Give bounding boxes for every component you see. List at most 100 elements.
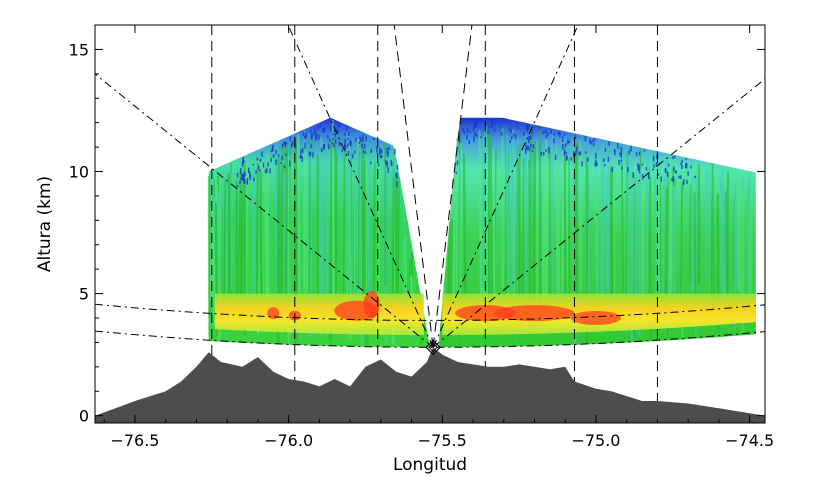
echo-top-pixel bbox=[476, 134, 478, 137]
echo-top-pixel bbox=[360, 138, 362, 142]
x-tick-label: −74.5 bbox=[725, 431, 774, 450]
echo-top-pixel bbox=[347, 143, 349, 147]
echo-top-pixel bbox=[376, 147, 378, 153]
echo-top-pixel bbox=[539, 126, 541, 129]
echo-streak bbox=[705, 168, 708, 280]
echo-top-pixel bbox=[351, 153, 354, 159]
echo-top-pixel bbox=[344, 144, 347, 150]
echo-top-pixel bbox=[310, 144, 313, 149]
echo-top-pixel bbox=[386, 151, 389, 158]
echo-top-pixel bbox=[592, 142, 595, 147]
echo-top-pixel bbox=[547, 132, 549, 136]
echo-top-pixel bbox=[545, 134, 548, 139]
echo-top-pixel bbox=[261, 151, 263, 157]
echo-streak bbox=[688, 184, 692, 283]
echo-top-pixel bbox=[607, 156, 610, 162]
echo-top-pixel bbox=[487, 130, 489, 134]
echo-top-pixel bbox=[244, 171, 246, 177]
echo-top-pixel bbox=[635, 152, 638, 157]
echo-top-pixel bbox=[545, 149, 547, 152]
echo-streak bbox=[557, 162, 561, 304]
echo-top-pixel bbox=[512, 133, 515, 138]
echo-streak bbox=[505, 135, 510, 300]
echo-top-pixel bbox=[526, 145, 528, 151]
echo-streak bbox=[538, 142, 542, 313]
echo-top-pixel bbox=[387, 167, 389, 173]
echo-top-pixel bbox=[333, 143, 335, 148]
echo-streak bbox=[693, 192, 697, 311]
echo-top-pixel bbox=[473, 136, 475, 139]
echo-top-pixel bbox=[578, 152, 580, 155]
echo-top-pixel bbox=[494, 121, 496, 125]
echo-top-pixel bbox=[604, 148, 607, 152]
echo-top-pixel bbox=[619, 152, 621, 156]
echo-top-pixel bbox=[255, 170, 257, 174]
echo-top-pixel bbox=[516, 121, 518, 127]
echo-top-pixel bbox=[331, 141, 334, 145]
echo-top-pixel bbox=[638, 167, 641, 174]
echo-top-pixel bbox=[564, 143, 567, 147]
echo-top-pixel bbox=[259, 169, 261, 173]
echo-top-pixel bbox=[608, 141, 610, 146]
echo-top-pixel bbox=[544, 129, 547, 134]
echo-top-pixel bbox=[289, 160, 291, 167]
echo-top-pixel bbox=[308, 151, 311, 157]
echo-top-pixel bbox=[281, 143, 284, 148]
echo-top-pixel bbox=[241, 161, 244, 167]
echo-top-pixel bbox=[557, 131, 560, 136]
echo-top-pixel bbox=[239, 180, 241, 184]
echo-streak bbox=[579, 140, 582, 290]
echo-top-pixel bbox=[620, 152, 622, 158]
echo-top-pixel bbox=[311, 134, 313, 140]
echo-top-pixel bbox=[570, 157, 573, 161]
echo-top-pixel bbox=[542, 151, 545, 156]
echo-top-pixel bbox=[300, 149, 302, 154]
echo-streak bbox=[568, 157, 571, 312]
echo-streak bbox=[459, 143, 463, 296]
echo-top-pixel bbox=[456, 160, 459, 165]
echo-top-pixel bbox=[362, 134, 364, 139]
x-tick-label: −76.5 bbox=[110, 431, 159, 450]
echo-top-pixel bbox=[343, 132, 346, 136]
echo-top-pixel bbox=[590, 140, 592, 145]
echo-top-pixel bbox=[246, 178, 249, 184]
echo-top-pixel bbox=[621, 166, 623, 170]
echo-top-pixel bbox=[645, 167, 648, 171]
bright-band-west bbox=[214, 293, 424, 336]
echo-top-pixel bbox=[566, 155, 568, 160]
reflectivity-core bbox=[363, 290, 380, 319]
plot-area bbox=[95, 25, 765, 423]
echo-top-pixel bbox=[694, 175, 696, 179]
echo-top-pixel bbox=[377, 163, 380, 167]
echo-streak bbox=[517, 157, 521, 291]
echo-top-pixel bbox=[259, 158, 262, 162]
echo-top-pixel bbox=[637, 163, 639, 167]
echo-top-pixel bbox=[334, 133, 337, 138]
echo-top-pixel bbox=[253, 177, 255, 182]
echo-top-pixel bbox=[563, 152, 566, 156]
echo-top-pixel bbox=[291, 140, 294, 146]
echo-streak bbox=[609, 167, 613, 296]
echo-top-pixel bbox=[584, 135, 587, 142]
echo-top-pixel bbox=[364, 150, 366, 154]
echo-top-pixel bbox=[472, 138, 475, 143]
echo-top-pixel bbox=[236, 172, 239, 178]
echo-streak bbox=[402, 226, 405, 303]
echo-top-pixel bbox=[671, 178, 673, 181]
echo-top-pixel bbox=[667, 163, 670, 167]
echo-top-pixel bbox=[641, 173, 644, 180]
echo-streak bbox=[601, 147, 605, 302]
echo-top-pixel bbox=[320, 147, 323, 153]
echo-top-pixel bbox=[304, 142, 306, 145]
echo-top-pixel bbox=[317, 125, 319, 130]
echo-streak bbox=[613, 145, 616, 312]
echo-top-pixel bbox=[394, 148, 396, 155]
echo-top-pixel bbox=[480, 135, 482, 139]
echo-top-pixel bbox=[329, 139, 331, 142]
echo-top-pixel bbox=[620, 159, 623, 162]
echo-top-pixel bbox=[354, 150, 356, 154]
echo-streak bbox=[747, 184, 751, 312]
echo-streak bbox=[357, 151, 360, 290]
echo-top-pixel bbox=[281, 155, 283, 161]
echo-top-pixel bbox=[466, 134, 468, 140]
